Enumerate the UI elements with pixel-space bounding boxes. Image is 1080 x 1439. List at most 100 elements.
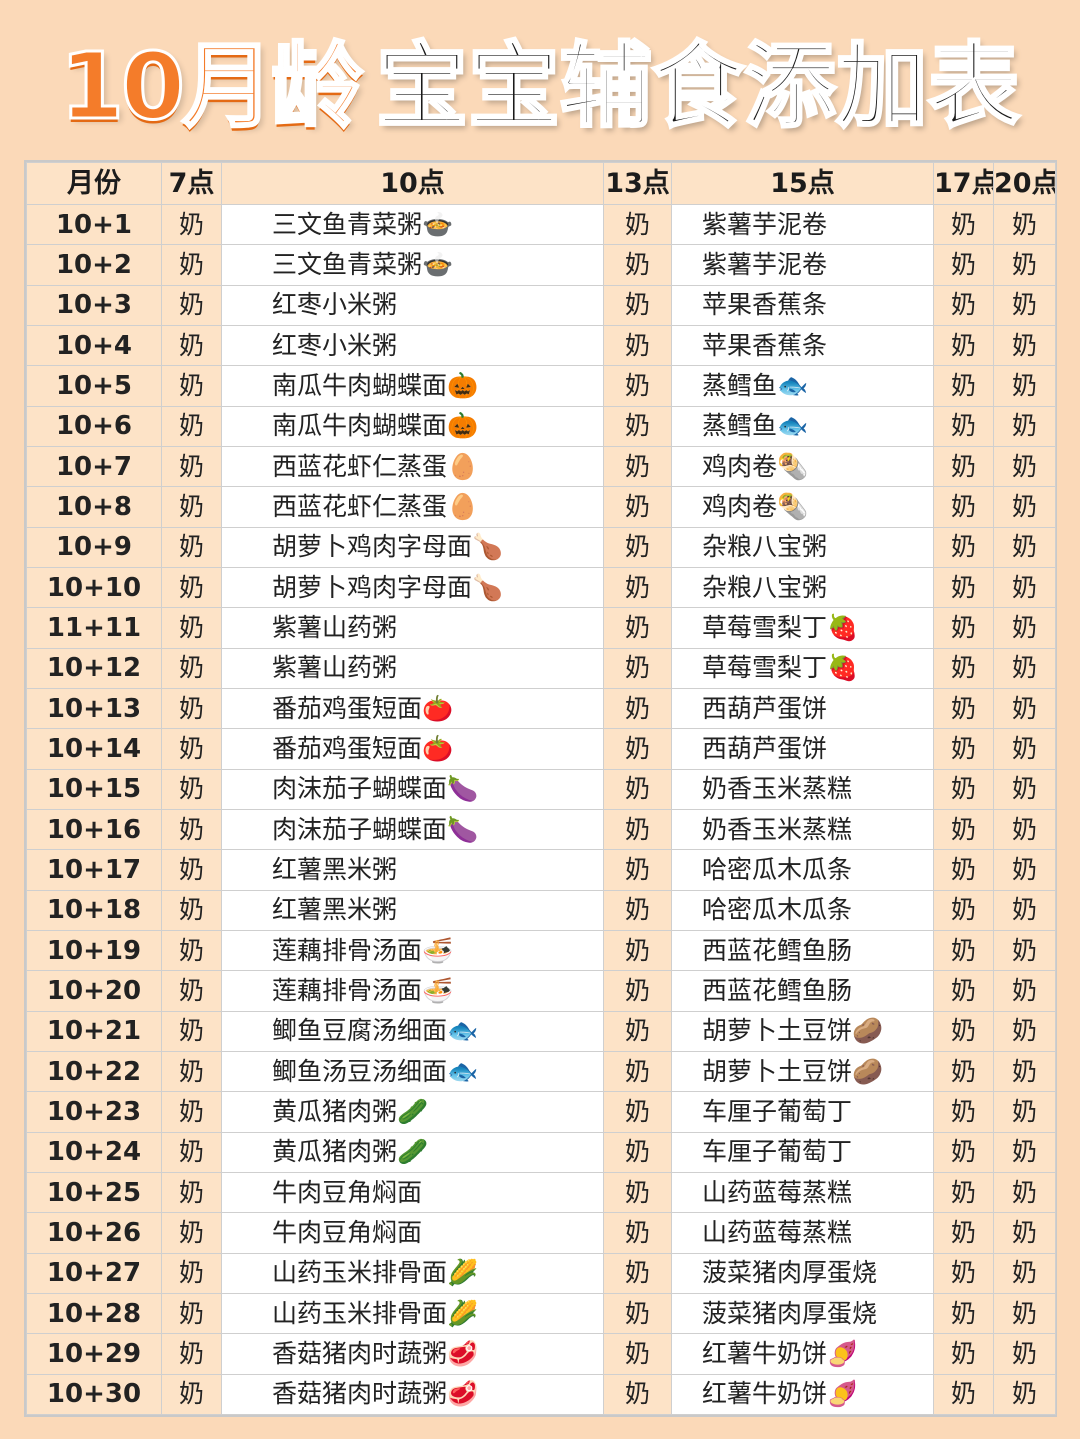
meal-15-cell: 杂粮八宝粥 — [671, 526, 934, 568]
table-row: 10+14 奶番茄鸡蛋短面🍅 奶西葫芦蛋饼奶奶 — [26, 728, 1056, 770]
table-row: 10+26 奶牛肉豆角焖面奶山药蓝莓蒸糕奶奶 — [26, 1212, 1056, 1254]
meal-15-cell: 红薯牛奶饼🍠 — [671, 1373, 934, 1416]
milk-7-cell: 奶 — [161, 1050, 222, 1093]
milk-17-cell: 奶 — [933, 1212, 994, 1254]
meal-15-cell: 山药蓝莓蒸糕 — [671, 1171, 934, 1214]
milk-20-cell: 奶 — [993, 1131, 1056, 1173]
table-row: 10+25 奶牛肉豆角焖面奶山药蓝莓蒸糕奶奶 — [26, 1171, 1056, 1214]
table-row: 10+23 奶黄瓜猪肉粥🥒 奶车厘子葡萄丁奶奶 — [26, 1091, 1056, 1133]
month-cell: 10+3 — [26, 284, 162, 326]
month-cell: 10+12 — [26, 647, 162, 689]
milk-13-cell: 奶 — [603, 929, 672, 972]
title-highlight: 10月龄 — [58, 31, 364, 141]
meal-10-cell: 西蓝花虾仁蒸蛋🥚 — [221, 486, 604, 528]
milk-13-cell: 奶 — [603, 768, 672, 810]
milk-20-cell: 奶 — [993, 929, 1056, 972]
meal-15-cell: 紫薯芋泥卷 — [671, 244, 934, 286]
meal-15-cell: 菠菜猪肉厚蛋烧 — [671, 1252, 934, 1294]
month-cell: 10+8 — [26, 486, 162, 528]
meal-10-cell: 胡萝卜鸡肉字母面🍗 — [221, 526, 604, 568]
milk-17-cell: 奶 — [933, 889, 994, 931]
milk-7-cell: 奶 — [161, 647, 222, 689]
meal-10-cell: 莲藕排骨汤面🍜 — [221, 929, 604, 972]
milk-13-cell: 奶 — [603, 566, 672, 609]
table-row: 10+9 奶胡萝卜鸡肉字母面🍗 奶杂粮八宝粥奶奶 — [26, 526, 1056, 568]
meal-10-cell: 黄瓜猪肉粥🥒 — [221, 1091, 604, 1133]
milk-13-cell: 奶 — [603, 203, 672, 246]
milk-13-cell: 奶 — [603, 849, 672, 891]
table-row: 10+19 奶莲藕排骨汤面🍜 奶西蓝花鳕鱼肠奶奶 — [26, 929, 1056, 972]
milk-20-cell: 奶 — [993, 526, 1056, 568]
milk-7-cell: 奶 — [161, 324, 222, 367]
table-row: 10+4 奶红枣小米粥奶苹果香蕉条奶奶 — [26, 324, 1056, 367]
month-cell: 10+25 — [26, 1171, 162, 1214]
title-main: 宝宝辅食添加表 — [374, 31, 1021, 141]
meal-15-cell: 杂粮八宝粥 — [671, 566, 934, 609]
milk-17-cell: 奶 — [933, 607, 994, 649]
milk-13-cell: 奶 — [603, 244, 672, 286]
month-cell: 10+2 — [26, 244, 162, 286]
milk-7-cell: 奶 — [161, 1131, 222, 1173]
milk-20-cell: 奶 — [993, 1252, 1056, 1294]
milk-17-cell: 奶 — [933, 929, 994, 972]
milk-20-cell: 奶 — [993, 1091, 1056, 1133]
meal-10-cell: 紫薯山药粥 — [221, 607, 604, 649]
month-cell: 10+15 — [26, 768, 162, 810]
table-row: 10+16 奶肉沫茄子蝴蝶面🍆 奶奶香玉米蒸糕奶奶 — [26, 808, 1056, 851]
table-row: 10+27 奶山药玉米排骨面🌽 奶菠菜猪肉厚蛋烧奶奶 — [26, 1252, 1056, 1294]
meal-10-cell: 南瓜牛肉蝴蝶面🎃 — [221, 365, 604, 407]
milk-20-cell: 奶 — [993, 1292, 1056, 1335]
milk-17-cell: 奶 — [933, 728, 994, 770]
milk-13-cell: 奶 — [603, 647, 672, 689]
milk-20-cell: 奶 — [993, 768, 1056, 810]
meal-10-cell: 西蓝花虾仁蒸蛋🥚 — [221, 445, 604, 488]
meal-10-cell: 红薯黑米粥 — [221, 849, 604, 891]
table-row: 10+20 奶莲藕排骨汤面🍜 奶西蓝花鳕鱼肠奶奶 — [26, 970, 1056, 1012]
milk-7-cell: 奶 — [161, 1212, 222, 1254]
meal-15-cell: 菠菜猪肉厚蛋烧 — [671, 1292, 934, 1335]
milk-13-cell: 奶 — [603, 324, 672, 367]
meal-10-cell: 三文鱼青菜粥🍲 — [221, 244, 604, 286]
milk-17-cell: 奶 — [933, 324, 994, 367]
meal-15-cell: 草莓雪梨丁🍓 — [671, 607, 934, 649]
milk-7-cell: 奶 — [161, 808, 222, 851]
table-row: 10+15 奶肉沫茄子蝴蝶面🍆 奶奶香玉米蒸糕奶奶 — [26, 768, 1056, 810]
meal-15-cell: 苹果香蕉条 — [671, 284, 934, 326]
meal-15-cell: 草莓雪梨丁🍓 — [671, 647, 934, 689]
table-row: 10+24 奶黄瓜猪肉粥🥒 奶车厘子葡萄丁奶奶 — [26, 1131, 1056, 1173]
milk-20-cell: 奶 — [993, 647, 1056, 689]
milk-20-cell: 奶 — [993, 486, 1056, 528]
milk-20-cell: 奶 — [993, 728, 1056, 770]
milk-13-cell: 奶 — [603, 970, 672, 1012]
milk-7-cell: 奶 — [161, 849, 222, 891]
milk-7-cell: 奶 — [161, 929, 222, 972]
meal-15-cell: 西蓝花鳕鱼肠 — [671, 929, 934, 972]
milk-20-cell: 奶 — [993, 1373, 1056, 1416]
meal-15-cell: 山药蓝莓蒸糕 — [671, 1212, 934, 1254]
meal-10-cell: 南瓜牛肉蝴蝶面🎃 — [221, 405, 604, 447]
milk-7-cell: 奶 — [161, 284, 222, 326]
meal-15-cell: 西葫芦蛋饼 — [671, 728, 934, 770]
table-row: 10+1 奶三文鱼青菜粥🍲 奶紫薯芋泥卷奶奶 — [26, 203, 1056, 246]
milk-17-cell: 奶 — [933, 808, 994, 851]
month-cell: 10+23 — [26, 1091, 162, 1133]
table-row: 10+2 奶三文鱼青菜粥🍲 奶紫薯芋泥卷奶奶 — [26, 244, 1056, 286]
milk-20-cell: 奶 — [993, 849, 1056, 891]
milk-7-cell: 奶 — [161, 445, 222, 488]
milk-17-cell: 奶 — [933, 687, 994, 730]
month-cell: 10+27 — [26, 1252, 162, 1294]
meal-15-cell: 蒸鳕鱼🐟 — [671, 405, 934, 447]
month-cell: 10+1 — [26, 203, 162, 246]
month-cell: 10+30 — [26, 1373, 162, 1416]
month-cell: 10+6 — [26, 405, 162, 447]
meal-15-cell: 哈密瓜木瓜条 — [671, 889, 934, 931]
milk-7-cell: 奶 — [161, 728, 222, 770]
milk-17-cell: 奶 — [933, 1373, 994, 1416]
milk-13-cell: 奶 — [603, 1091, 672, 1133]
meal-15-cell: 红薯牛奶饼🍠 — [671, 1333, 934, 1375]
meal-10-cell: 肉沫茄子蝴蝶面🍆 — [221, 768, 604, 810]
month-cell: 10+17 — [26, 849, 162, 891]
month-cell: 10+18 — [26, 889, 162, 931]
milk-17-cell: 奶 — [933, 1131, 994, 1173]
month-cell: 10+9 — [26, 526, 162, 568]
